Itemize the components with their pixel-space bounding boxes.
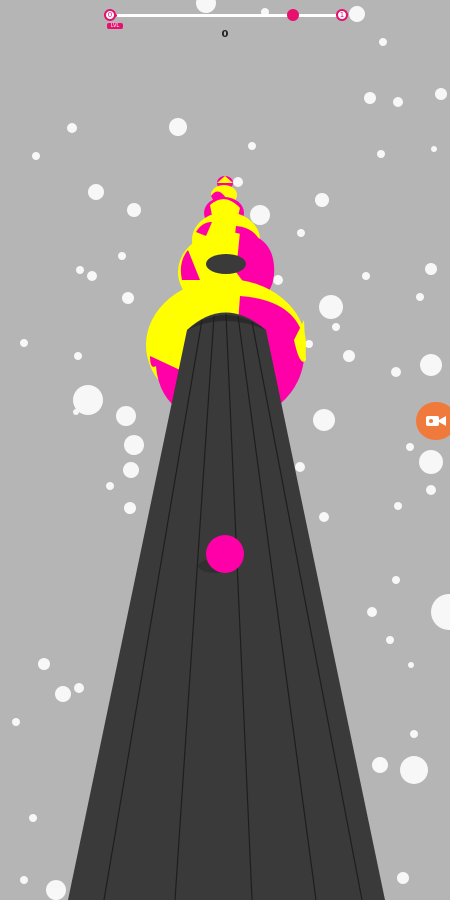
- game-scene: [0, 0, 450, 900]
- record-video-button[interactable]: [416, 402, 450, 440]
- next-level-node: 1: [336, 9, 348, 21]
- level-progress-bar: 0 LVL 1: [104, 9, 348, 29]
- current-level-node: 0: [104, 9, 116, 21]
- current-level-label: 0: [107, 11, 113, 19]
- score-counter: 0: [221, 29, 229, 40]
- next-level-label: 1: [339, 11, 345, 19]
- video-camera-icon: [426, 416, 446, 426]
